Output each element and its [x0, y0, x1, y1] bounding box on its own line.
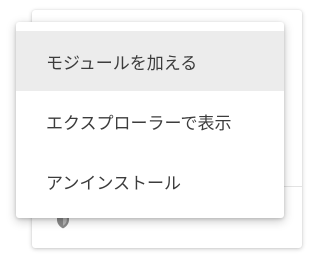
menu-item-uninstall[interactable]: アンインストール: [16, 151, 284, 211]
context-menu: モジュールを加える エクスプローラーで表示 アンインストール: [16, 22, 284, 218]
menu-item-label: モジュールを加える: [46, 53, 198, 74]
menu-item-add-module[interactable]: モジュールを加える: [16, 31, 284, 91]
menu-item-label: アンインストール: [46, 173, 181, 194]
menu-item-show-in-explorer[interactable]: エクスプローラーで表示: [16, 91, 284, 151]
menu-item-label: エクスプローラーで表示: [46, 113, 232, 134]
